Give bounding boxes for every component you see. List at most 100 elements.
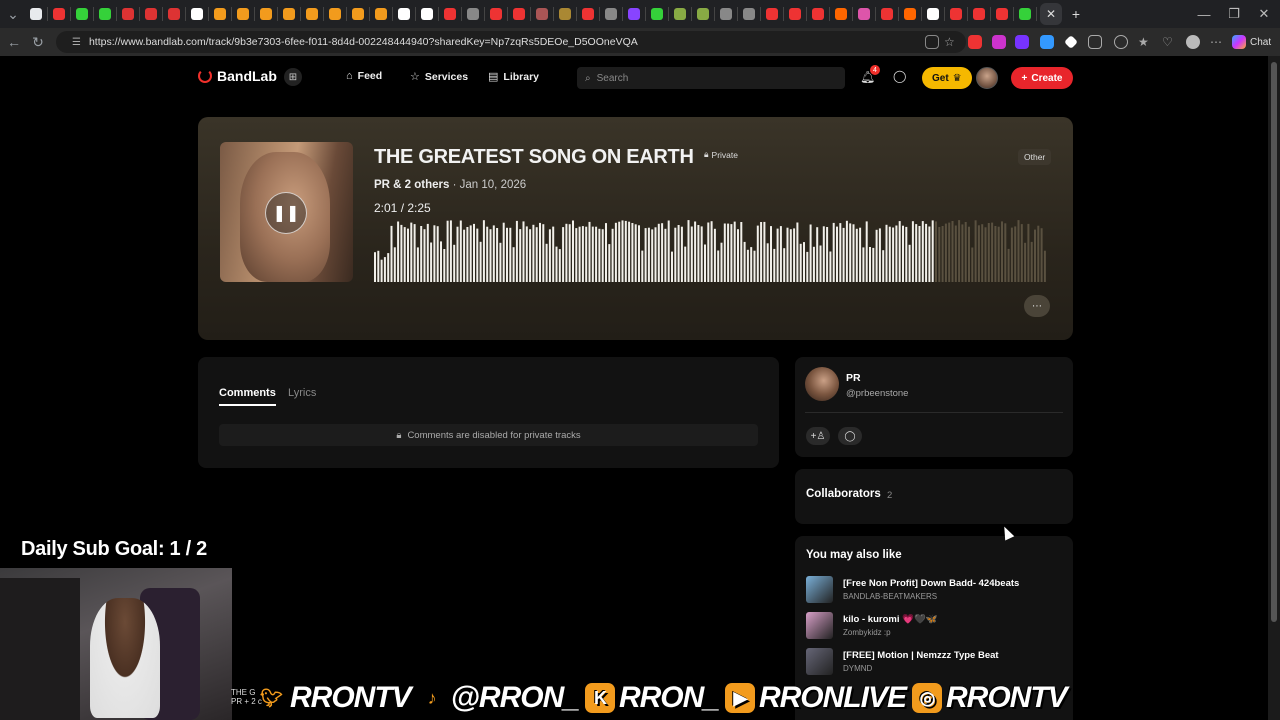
browser-tab-icon[interactable] <box>973 8 985 20</box>
extension-icon-4[interactable] <box>1040 35 1054 49</box>
browser-tab-icon[interactable] <box>651 8 663 20</box>
url-field[interactable]: ☰ https://www.bandlab.com/track/9b3e7303… <box>56 31 966 53</box>
menu-dots-icon[interactable]: ⋯ <box>1210 35 1224 49</box>
browser-tab-icon[interactable] <box>996 8 1008 20</box>
browser-tab-icon[interactable] <box>145 8 157 20</box>
user-avatar[interactable] <box>976 67 998 89</box>
browser-tab-icon[interactable] <box>858 8 870 20</box>
bandlab-logo[interactable]: BandLab <box>198 68 277 84</box>
more-options-button[interactable]: ⋯ <box>1024 295 1050 317</box>
extensions-puzzle-icon[interactable] <box>1088 35 1102 49</box>
tab-comments[interactable]: Comments <box>219 387 276 406</box>
browser-tab-icon[interactable] <box>168 8 180 20</box>
browser-tab-icon[interactable] <box>812 8 824 20</box>
browser-tab-icon[interactable] <box>559 8 571 20</box>
waveform-bar-played <box>911 221 914 282</box>
nav-services[interactable]: ☆ Services <box>410 70 468 84</box>
install-app-icon[interactable] <box>925 35 939 49</box>
messages-icon[interactable]: ◯ <box>893 69 906 83</box>
profile-icon[interactable] <box>1186 35 1200 49</box>
browser-tab-icon[interactable] <box>950 8 962 20</box>
artist-name[interactable]: PR <box>846 372 861 384</box>
artists-link[interactable]: PR & 2 others <box>374 179 449 191</box>
close-window-icon[interactable]: ✕ <box>1248 0 1280 28</box>
browser-tab-icon[interactable] <box>628 8 640 20</box>
nav-library[interactable]: ▤ Library <box>488 70 539 84</box>
browser-tab-icon[interactable] <box>444 8 456 20</box>
browser-tab-icon[interactable] <box>513 8 525 20</box>
favorites-icon[interactable]: ★ <box>1138 35 1152 49</box>
get-membership-button[interactable]: Get ♛ <box>922 67 972 89</box>
browser-tab-icon[interactable] <box>1019 8 1031 20</box>
browser-tab-icon[interactable] <box>260 8 272 20</box>
browser-tab-icon[interactable] <box>191 8 203 20</box>
browser-tab-icon[interactable] <box>352 8 364 20</box>
browser-tab-icon[interactable] <box>904 8 916 20</box>
scrollbar-thumb[interactable] <box>1271 62 1277 622</box>
browser-tab-icon[interactable] <box>720 8 732 20</box>
browser-tab-icon[interactable] <box>697 8 709 20</box>
browser-tab-icon[interactable] <box>306 8 318 20</box>
browser-tab-icon[interactable] <box>674 8 686 20</box>
minimize-icon[interactable]: — <box>1188 0 1220 28</box>
create-button[interactable]: + Create <box>1011 67 1073 89</box>
bookmark-star-icon[interactable]: ☆ <box>944 35 958 49</box>
browser-tab-icon[interactable] <box>329 8 341 20</box>
extension-icon-1[interactable] <box>968 35 982 49</box>
browser-tab-icon[interactable] <box>536 8 548 20</box>
follow-button[interactable]: +♙ <box>806 427 830 445</box>
back-icon[interactable]: ← <box>2 30 26 54</box>
browser-tab-icon[interactable] <box>467 8 479 20</box>
message-button[interactable]: ◯ <box>838 427 862 445</box>
browser-tab-icon[interactable] <box>789 8 801 20</box>
list-item[interactable]: [FREE] Motion | Nemzzz Type Beat DYMND <box>806 648 1066 678</box>
browser-tab-icon[interactable] <box>421 8 433 20</box>
artist-handle[interactable]: @prbeenstone <box>846 388 908 399</box>
browser-tab-icon[interactable] <box>398 8 410 20</box>
active-tab-close-icon[interactable]: ✕ <box>1040 3 1062 25</box>
restore-icon[interactable]: ❐ <box>1218 0 1250 28</box>
waveform-bar-played <box>618 221 621 282</box>
browser-tab-icon[interactable] <box>835 8 847 20</box>
extension-icon-3[interactable] <box>1015 35 1029 49</box>
list-item[interactable]: kilo - kuromi 💗🖤🦋 Zombykidz :p <box>806 612 1066 642</box>
copilot-chat-button[interactable]: Chat <box>1232 33 1271 51</box>
artist-avatar[interactable] <box>805 367 839 401</box>
collaborators-panel[interactable]: Collaborators 2 <box>795 469 1073 524</box>
browser-tab-icon[interactable] <box>122 8 134 20</box>
tab-lyrics[interactable]: Lyrics <box>288 387 316 399</box>
browser-tab-icon[interactable] <box>582 8 594 20</box>
pause-button[interactable]: ❚❚ <box>265 192 307 234</box>
browser-tab-icon[interactable] <box>283 8 295 20</box>
extension-icon-6[interactable] <box>1114 35 1128 49</box>
apps-grid-icon[interactable]: ⊞ <box>284 68 302 86</box>
browser-tab-icon[interactable] <box>237 8 249 20</box>
browser-tab-icon[interactable] <box>927 8 939 20</box>
reload-icon[interactable]: ↻ <box>26 30 50 54</box>
genre-tag[interactable]: Other <box>1018 149 1052 165</box>
site-info-icon[interactable]: ☰ <box>72 37 81 48</box>
browser-tab-icon[interactable] <box>881 8 893 20</box>
nav-feed[interactable]: ⌂ Feed <box>346 70 382 82</box>
lock-icon: 🔒︎ <box>396 429 402 441</box>
browser-tab-icon[interactable] <box>490 8 502 20</box>
browser-tab-icon[interactable] <box>76 8 88 20</box>
page-scrollbar[interactable] <box>1268 56 1280 720</box>
waveform-seekbar[interactable] <box>374 220 1050 282</box>
browser-tab-icon[interactable] <box>605 8 617 20</box>
list-item[interactable]: [Free Non Profit] Down Badd- 424beats BA… <box>806 576 1066 606</box>
browser-tab-icon[interactable] <box>30 8 42 20</box>
new-tab-icon[interactable]: + <box>1064 2 1088 26</box>
waveform-bar-played <box>482 220 485 282</box>
browser-tab-icon[interactable] <box>99 8 111 20</box>
browser-tab-icon[interactable] <box>766 8 778 20</box>
health-icon[interactable]: ♡ <box>1162 35 1176 49</box>
tab-search-icon[interactable]: ⌄ <box>0 2 26 26</box>
browser-tab-icon[interactable] <box>214 8 226 20</box>
extension-icon-2[interactable] <box>992 35 1006 49</box>
search-input[interactable]: ⌕ Search <box>577 67 845 89</box>
browser-tab-icon[interactable] <box>53 8 65 20</box>
browser-tab-icon[interactable] <box>743 8 755 20</box>
extension-icon-5[interactable] <box>1064 35 1078 49</box>
browser-tab-icon[interactable] <box>375 8 387 20</box>
